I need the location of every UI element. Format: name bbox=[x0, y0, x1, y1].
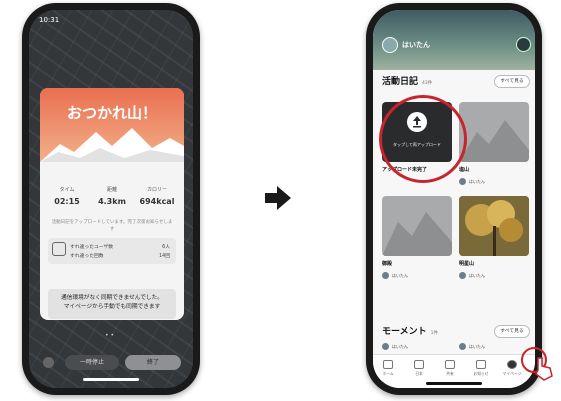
moment-section-title: モーメント 1件 bbox=[382, 324, 438, 337]
stats-row: タイム 02:15 距離 4.3km カロリー 694kcal bbox=[40, 186, 184, 216]
avatar bbox=[382, 272, 389, 279]
stat-label: カロリー bbox=[146, 187, 167, 193]
avatar-icon bbox=[507, 360, 517, 369]
home-indicator bbox=[426, 382, 482, 385]
mountain-icon bbox=[445, 360, 455, 369]
avatar[interactable] bbox=[382, 37, 398, 53]
diary-section-title: 活動日記 43件 bbox=[382, 74, 432, 87]
tab-label: 共有 bbox=[446, 371, 454, 376]
page-indicator: • • bbox=[105, 332, 114, 339]
stat-time: タイム 02:15 bbox=[44, 186, 90, 206]
finish-button[interactable]: 終了 bbox=[125, 355, 181, 370]
tile-user: はいたん bbox=[469, 179, 485, 184]
people-icon bbox=[52, 242, 66, 256]
username: はいたん bbox=[402, 41, 430, 49]
tile-title: 明星山 bbox=[459, 261, 475, 267]
toast-line-1: 通信環境がなく同期できませんでした。 bbox=[61, 295, 163, 301]
moment-count: 1件 bbox=[430, 331, 439, 336]
passed-count-2: 14回 bbox=[159, 254, 170, 259]
stat-value: 02:15 bbox=[54, 197, 80, 206]
tab-map[interactable]: 日本 bbox=[408, 360, 430, 377]
stat-value: 4.3km bbox=[98, 197, 126, 206]
toast-line-2: マイページから手動でも同期できます bbox=[63, 304, 161, 310]
right-phone: はいたん 活動日記 43件 すべて見る タップして再アップロード アップロード未完… bbox=[366, 3, 542, 395]
left-phone: 10:31 おつかれ山！ タイム 02:15 距離 4.3km カロリー 694… bbox=[22, 3, 200, 395]
avatar bbox=[459, 343, 466, 350]
tile-user: はいたん bbox=[469, 273, 485, 278]
status-time: 10:31 bbox=[39, 16, 60, 24]
tab-home[interactable]: ホーム bbox=[377, 360, 399, 377]
passed-label-1: すれ違ったユーザ数 bbox=[70, 245, 114, 250]
tile-title: 塩山 bbox=[459, 167, 470, 173]
mountain-illustration bbox=[40, 128, 184, 162]
tile-user: はいたん bbox=[392, 273, 408, 278]
diary-tile[interactable] bbox=[382, 196, 452, 256]
stat-distance: 距離 4.3km bbox=[89, 186, 135, 206]
summary-card: おつかれ山！ タイム 02:15 距離 4.3km カロリー 694kcal 活… bbox=[40, 88, 184, 320]
home-icon bbox=[383, 360, 393, 369]
profile-header: はいたん bbox=[373, 10, 535, 70]
passed-users-box: すれ違ったユーザ数 6人 すれ違った回数 14回 bbox=[48, 238, 176, 264]
tab-notifications[interactable]: お知らせ bbox=[470, 360, 492, 377]
moment-user: はいたん bbox=[392, 344, 408, 349]
hand-pointer-icon bbox=[535, 357, 553, 381]
sunset-banner: おつかれ山！ bbox=[40, 88, 184, 162]
stat-label: 距離 bbox=[106, 187, 117, 193]
left-phone-screen: 10:31 おつかれ山！ タイム 02:15 距離 4.3km カロリー 694… bbox=[29, 10, 193, 388]
avatar bbox=[459, 178, 466, 185]
mountain-photo bbox=[459, 120, 529, 162]
diary-count: 43件 bbox=[422, 81, 433, 86]
tab-share[interactable]: 共有 bbox=[439, 360, 461, 377]
tab-label: お知らせ bbox=[473, 371, 489, 376]
bell-icon bbox=[476, 360, 486, 369]
tab-label: マイページ bbox=[502, 371, 522, 376]
tile-title: 御殿 bbox=[382, 261, 393, 267]
stat-value: 694kcal bbox=[139, 197, 175, 206]
diary-tile[interactable] bbox=[459, 196, 529, 256]
passed-count-1: 6人 bbox=[162, 245, 170, 250]
tree-photo bbox=[459, 196, 529, 256]
moment-user: はいたん bbox=[469, 344, 485, 349]
upload-note: 活動日記をアップロードしています。完了次第お知らせします bbox=[51, 220, 173, 232]
next-arrow-icon bbox=[265, 186, 291, 210]
highlight-circle bbox=[379, 95, 467, 183]
pause-button[interactable]: 一時停止 bbox=[65, 355, 119, 370]
moment-see-all-button[interactable]: すべて見る bbox=[494, 325, 530, 338]
tab-label: ホーム bbox=[382, 371, 394, 376]
stat-label: タイム bbox=[59, 187, 75, 193]
diary-tile[interactable] bbox=[459, 102, 529, 162]
moment-title: モーメント bbox=[382, 327, 427, 337]
right-phone-screen: はいたん 活動日記 43件 すべて見る タップして再アップロード アップロード未完… bbox=[373, 10, 535, 388]
map-icon bbox=[414, 360, 424, 369]
tab-mypage[interactable]: マイページ bbox=[501, 360, 523, 377]
camera-icon[interactable] bbox=[516, 37, 531, 52]
settings-icon[interactable] bbox=[43, 357, 54, 368]
avatar bbox=[382, 343, 389, 350]
diary-see-all-button[interactable]: すべて見る bbox=[494, 75, 530, 88]
passed-label-2: すれ違った回数 bbox=[70, 254, 104, 259]
diary-title: 活動日記 bbox=[382, 77, 419, 87]
avatar bbox=[459, 272, 466, 279]
sync-failed-toast: 通信環境がなく同期できませんでした。 マイページから手動でも同期できます bbox=[48, 289, 176, 319]
home-indicator bbox=[83, 378, 139, 381]
tab-label: 日本 bbox=[415, 371, 423, 376]
mountain-photo bbox=[382, 212, 452, 256]
stat-calories: カロリー 694kcal bbox=[134, 186, 180, 206]
